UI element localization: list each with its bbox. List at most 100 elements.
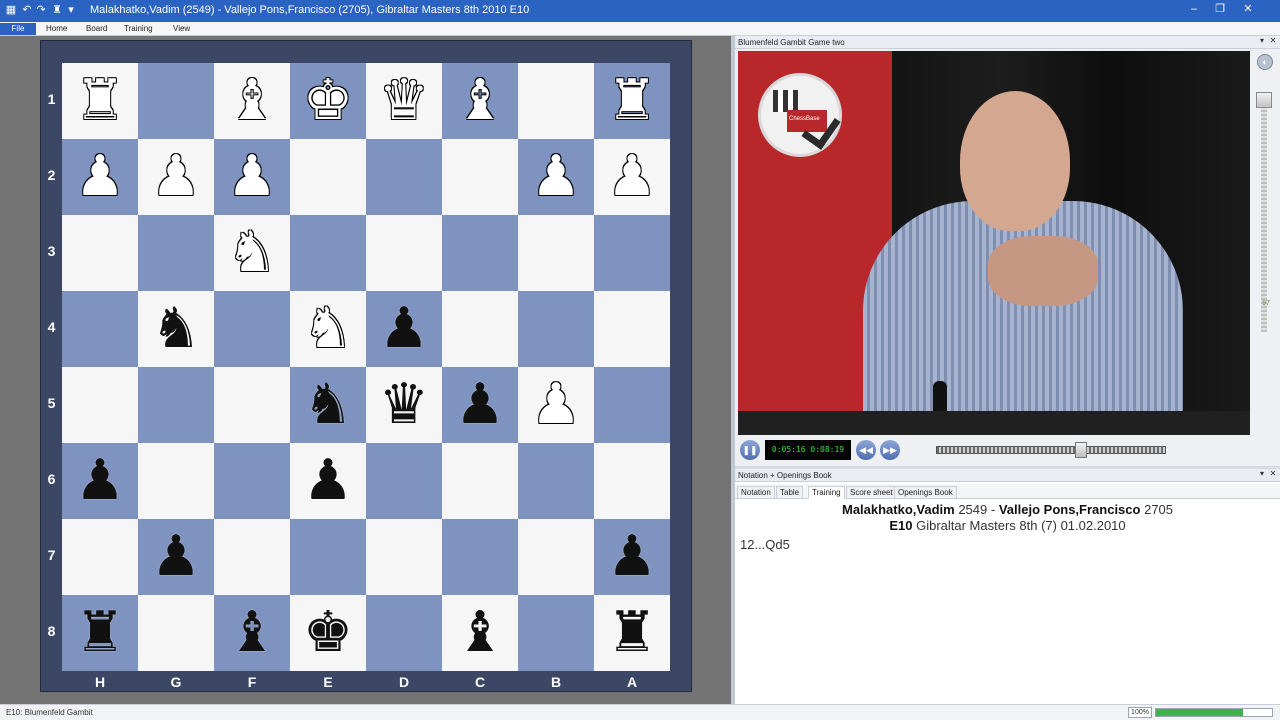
square-h6[interactable]: ♟ [62, 443, 138, 519]
volume-thumb[interactable] [1256, 92, 1272, 108]
square-d2[interactable] [366, 139, 442, 215]
white-queen-icon[interactable]: ♛ [366, 63, 442, 139]
volume-knob-icon[interactable]: ◐ [1257, 54, 1273, 70]
square-a7[interactable]: ♟ [594, 519, 670, 595]
square-h2[interactable]: ♟ [62, 139, 138, 215]
square-d7[interactable] [366, 519, 442, 595]
tab-table[interactable]: Table [776, 486, 804, 499]
square-b5[interactable]: ♟ [518, 367, 594, 443]
seek-bar[interactable] [936, 442, 1166, 458]
square-a2[interactable]: ♟ [594, 139, 670, 215]
square-h1[interactable]: ♜ [62, 63, 138, 139]
panel-close-icon[interactable]: ✕ [1268, 36, 1278, 45]
square-b6[interactable] [518, 443, 594, 519]
close-button[interactable]: ✕ [1238, 2, 1258, 18]
tab-notation[interactable]: Notation [737, 486, 775, 499]
square-d6[interactable] [366, 443, 442, 519]
redo-icon[interactable]: ↷ [34, 3, 48, 17]
square-a1[interactable]: ♜ [594, 63, 670, 139]
tab-training[interactable]: Training [808, 486, 845, 499]
square-b2[interactable]: ♟ [518, 139, 594, 215]
white-bishop-icon[interactable]: ♝ [442, 63, 518, 139]
minimize-button[interactable]: ‒ [1184, 2, 1204, 18]
zoom-level[interactable]: 100% [1128, 707, 1152, 718]
customize-icon[interactable]: ▾ [64, 3, 78, 17]
chess-board[interactable]: ♜ ♝ ♚ ♛ ♝ ♜ ♟ ♟ ♟ ♟ ♟ ♞ ♞ ♞ ♟ ♞ ♛ ♟ ♟ ♟ ♟ ♟ ♟ ♜ ♝ ♚ ♝ ♜ [62, 63, 670, 671]
square-b8[interactable] [518, 595, 594, 671]
panel-menu-icon[interactable]: ▾ [1257, 36, 1267, 45]
square-e2[interactable] [290, 139, 366, 215]
square-b7[interactable] [518, 519, 594, 595]
black-king-icon[interactable]: ♚ [290, 595, 366, 671]
black-pawn-icon[interactable]: ♟ [594, 519, 670, 595]
square-g4[interactable]: ♞ [138, 291, 214, 367]
black-pawn-icon[interactable]: ♟ [62, 443, 138, 519]
restore-button[interactable]: ❐ [1210, 2, 1230, 18]
square-c7[interactable] [442, 519, 518, 595]
white-pawn-icon[interactable]: ♟ [62, 139, 138, 215]
square-g3[interactable] [138, 215, 214, 291]
black-pawn-icon[interactable]: ♟ [366, 291, 442, 367]
notation-menu-icon[interactable]: ▾ [1257, 469, 1267, 478]
black-bishop-icon[interactable]: ♝ [442, 595, 518, 671]
white-knight-icon[interactable]: ♞ [214, 215, 290, 291]
white-rook-icon[interactable]: ♜ [62, 63, 138, 139]
square-c8[interactable]: ♝ [442, 595, 518, 671]
square-d3[interactable] [366, 215, 442, 291]
square-f4[interactable] [214, 291, 290, 367]
square-e3[interactable] [290, 215, 366, 291]
square-f7[interactable] [214, 519, 290, 595]
board-icon[interactable]: ♜ [50, 3, 64, 17]
square-c3[interactable] [442, 215, 518, 291]
square-a5[interactable] [594, 367, 670, 443]
square-c6[interactable] [442, 443, 518, 519]
white-knight-icon[interactable]: ♞ [290, 291, 366, 367]
square-h3[interactable] [62, 215, 138, 291]
tab-score-sheet[interactable]: Score sheet [846, 486, 897, 499]
black-rook-icon[interactable]: ♜ [594, 595, 670, 671]
square-g6[interactable] [138, 443, 214, 519]
square-a4[interactable] [594, 291, 670, 367]
square-g2[interactable]: ♟ [138, 139, 214, 215]
white-rook-icon[interactable]: ♜ [594, 63, 670, 139]
black-knight-icon[interactable]: ♞ [290, 367, 366, 443]
notation-close-icon[interactable]: ✕ [1268, 469, 1278, 478]
square-e7[interactable] [290, 519, 366, 595]
white-pawn-icon[interactable]: ♟ [214, 139, 290, 215]
volume-slider[interactable] [1261, 92, 1267, 332]
white-king-icon[interactable]: ♚ [290, 63, 366, 139]
square-d8[interactable] [366, 595, 442, 671]
square-d1[interactable]: ♛ [366, 63, 442, 139]
square-f6[interactable] [214, 443, 290, 519]
black-pawn-icon[interactable]: ♟ [138, 519, 214, 595]
square-g5[interactable] [138, 367, 214, 443]
black-knight-icon[interactable]: ♞ [138, 291, 214, 367]
move-list[interactable]: 12...Qd5 [740, 537, 790, 552]
app-icon[interactable]: ▦ [4, 3, 18, 17]
square-b4[interactable] [518, 291, 594, 367]
seek-thumb[interactable] [1074, 442, 1087, 458]
square-e8[interactable]: ♚ [290, 595, 366, 671]
square-h8[interactable]: ♜ [62, 595, 138, 671]
square-g7[interactable]: ♟ [138, 519, 214, 595]
white-pawn-icon[interactable]: ♟ [518, 139, 594, 215]
square-f8[interactable]: ♝ [214, 595, 290, 671]
square-h7[interactable] [62, 519, 138, 595]
square-g1[interactable] [138, 63, 214, 139]
black-rook-icon[interactable]: ♜ [62, 595, 138, 671]
square-c5[interactable]: ♟ [442, 367, 518, 443]
square-h5[interactable] [62, 367, 138, 443]
menu-home[interactable]: Home [42, 23, 71, 35]
menu-training[interactable]: Training [120, 23, 157, 35]
square-f2[interactable]: ♟ [214, 139, 290, 215]
tab-openings-book[interactable]: Openings Book [894, 486, 957, 499]
pause-button[interactable]: ❚❚ [740, 440, 760, 460]
menu-board[interactable]: Board [82, 23, 111, 35]
square-h4[interactable] [62, 291, 138, 367]
square-a3[interactable] [594, 215, 670, 291]
square-f3[interactable]: ♞ [214, 215, 290, 291]
black-bishop-icon[interactable]: ♝ [214, 595, 290, 671]
square-f1[interactable]: ♝ [214, 63, 290, 139]
white-pawn-icon[interactable]: ♟ [594, 139, 670, 215]
square-b3[interactable] [518, 215, 594, 291]
